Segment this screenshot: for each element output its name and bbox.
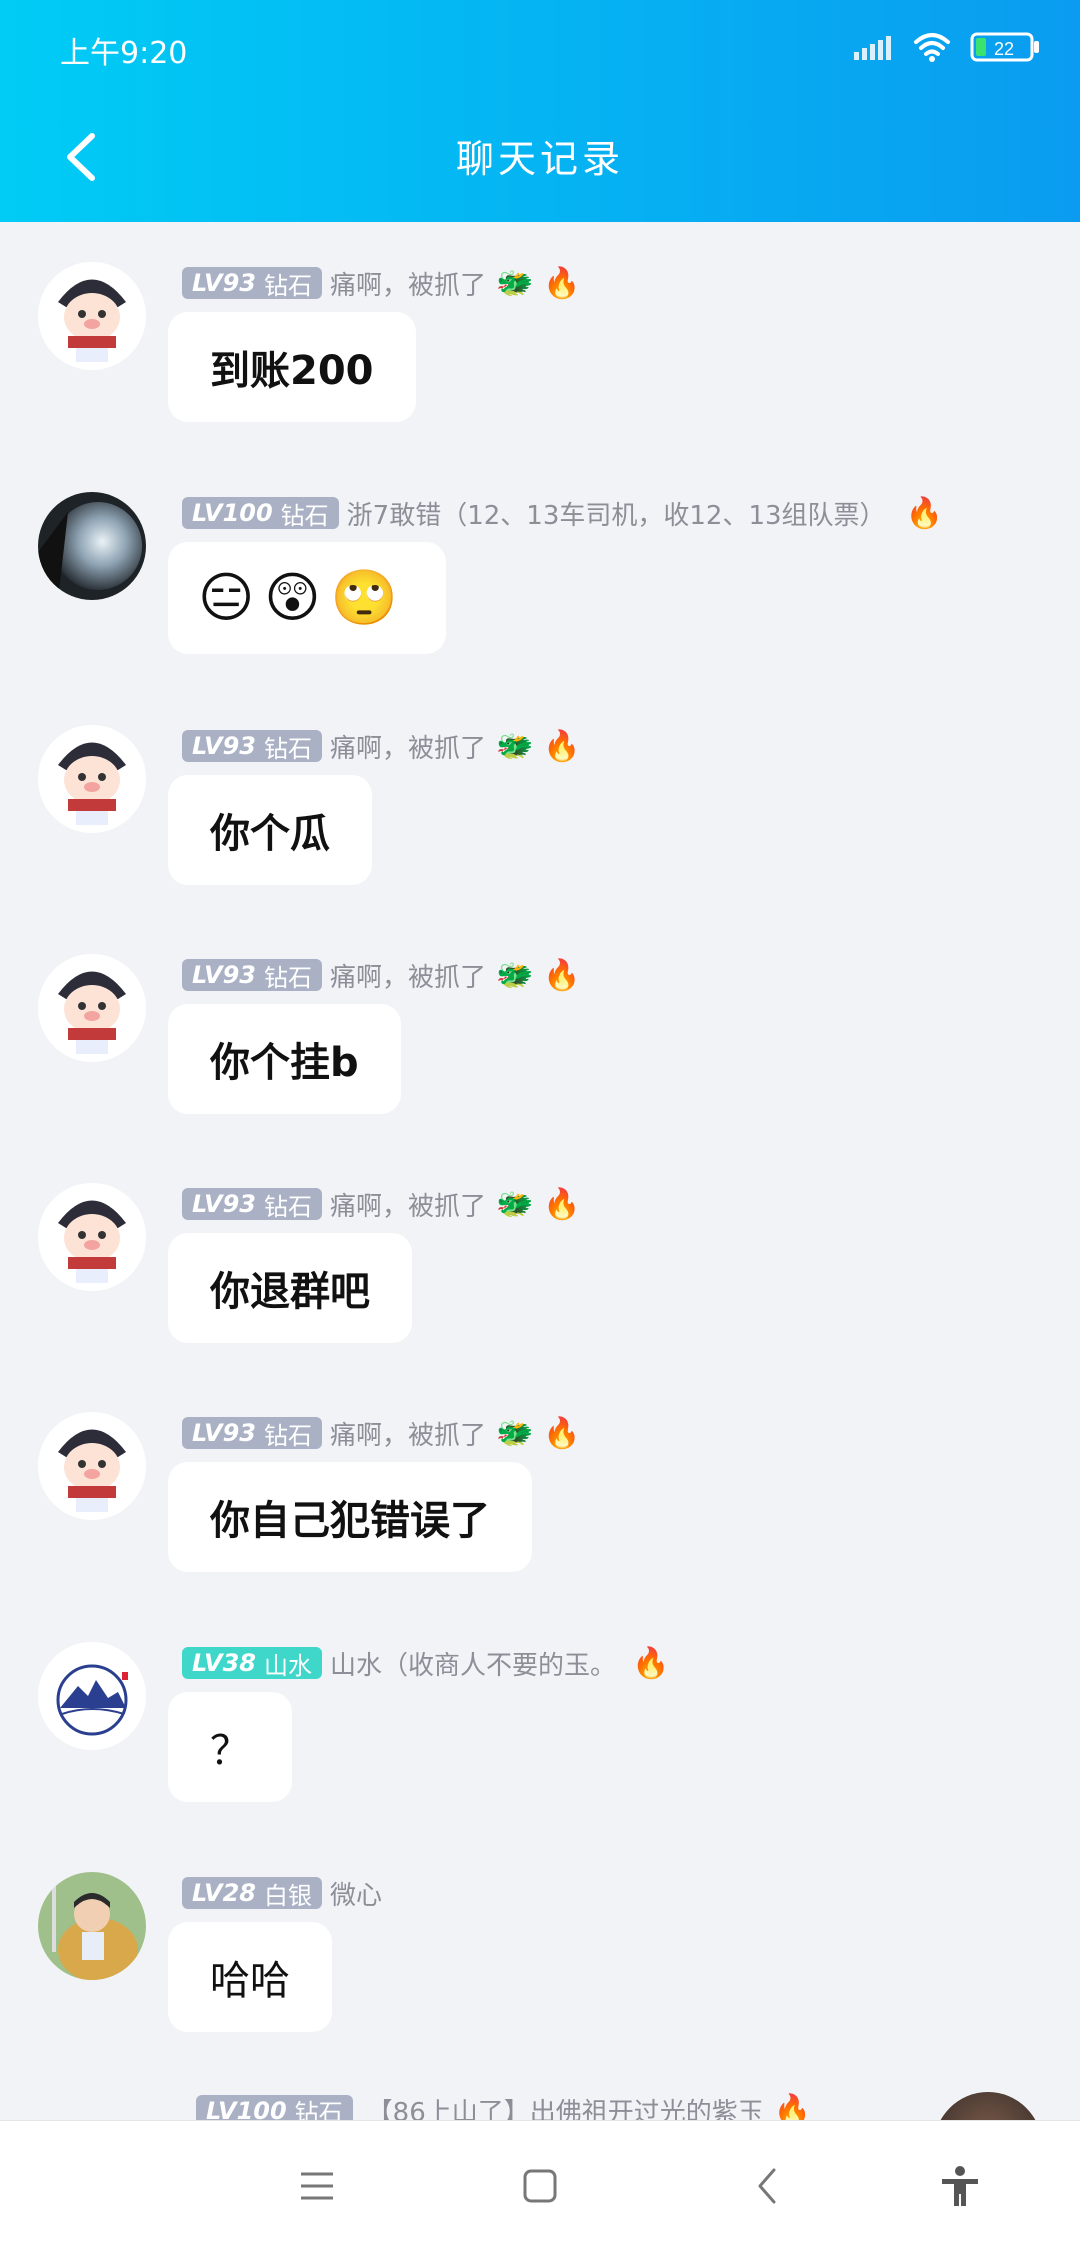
sender-nickname[interactable]: 痛啊，被抓了 xyxy=(330,1415,486,1452)
cartoon-pig-avatar xyxy=(38,1412,146,1520)
surprised-face-icon: 😲 xyxy=(264,566,321,629)
system-nav-bar xyxy=(0,2120,1080,2249)
dragon-icon: 🐲 xyxy=(495,1186,534,1222)
dragon-icon: 🐲 xyxy=(495,265,534,301)
avatar[interactable] xyxy=(38,262,146,370)
level-badge: LV100 钻石 xyxy=(182,497,339,530)
cartoon-pig-avatar xyxy=(38,954,146,1062)
message-meta: LV93 钻石 痛啊，被抓了 🐲 🔥 xyxy=(182,728,581,765)
avatar[interactable] xyxy=(38,1183,146,1291)
avatar[interactable] xyxy=(38,1412,146,1520)
baby-photo-avatar xyxy=(38,1872,146,1980)
level-badge: LV93 钻石 xyxy=(182,267,322,300)
sender-nickname[interactable]: 痛啊，被抓了 xyxy=(330,957,486,994)
message-meta: LV38 山水 山水（收商人不要的玉。 🔥 xyxy=(182,1645,670,1682)
avatar[interactable] xyxy=(38,1642,146,1750)
menu-icon[interactable] xyxy=(282,2151,352,2221)
status-time: 上午9:20 xyxy=(60,36,188,71)
glass-orb-avatar xyxy=(38,492,146,600)
avatar[interactable] xyxy=(38,1872,146,1980)
message-bubble[interactable]: 到账200 xyxy=(168,312,416,422)
message-bubble[interactable]: 😑 😲 🙄 xyxy=(168,542,446,654)
fire-icon: 🔥 xyxy=(543,1186,581,1222)
cartoon-pig-avatar xyxy=(38,725,146,833)
fire-icon: 🔥 xyxy=(543,1415,581,1451)
wifi-icon xyxy=(914,33,950,56)
expressionless-face-icon: 😑 xyxy=(198,566,255,629)
fire-icon: 🔥 xyxy=(773,2093,812,2120)
home-square-icon[interactable] xyxy=(505,2151,575,2221)
fire-icon: 🔥 xyxy=(543,265,581,301)
cartoon-pig-avatar xyxy=(38,1183,146,1291)
level-badge: LV100 钻石 xyxy=(196,2094,353,2120)
message-bubble[interactable]: ？ xyxy=(168,1692,292,1802)
battery-icon: 22 xyxy=(970,32,1039,62)
signal-icon xyxy=(854,36,891,60)
mountain-logo-avatar xyxy=(38,1642,146,1750)
dragon-icon: 🐲 xyxy=(495,957,534,993)
level-badge: LV38 山水 xyxy=(182,1647,322,1680)
back-chevron-icon[interactable] xyxy=(732,2151,802,2221)
battery-label: 22 xyxy=(994,39,1014,59)
sender-nickname[interactable]: 微心 xyxy=(330,1875,382,1912)
chat-history-list[interactable]: LV93 钻石 痛啊，被抓了 🐲 🔥 到账200 LV100 钻石 浙7敢错（1… xyxy=(0,222,1080,2120)
level-badge: LV93 钻石 xyxy=(182,1188,322,1221)
dragon-icon: 🐲 xyxy=(495,1415,534,1451)
message-meta: LV93 钻石 痛啊，被抓了 🐲 🔥 xyxy=(182,1186,581,1223)
message-meta: LV28 白银 微心 xyxy=(182,1875,382,1912)
level-badge: LV28 白银 xyxy=(182,1877,322,1910)
message-meta: LV93 钻石 痛啊，被抓了 🐲 🔥 xyxy=(182,957,581,994)
message-meta: LV100 钻石 浙7敢错（12、13车司机，收12、13组队票） 🔥 xyxy=(182,495,943,532)
sender-nickname[interactable]: 浙7敢错（12、13车司机，收12、13组队票） xyxy=(347,495,886,532)
message-meta: LV93 钻石 痛啊，被抓了 🐲 🔥 xyxy=(182,1415,581,1452)
avatar[interactable] xyxy=(934,2092,1042,2120)
fire-icon: 🔥 xyxy=(543,957,581,993)
message-meta: LV93 钻石 痛啊，被抓了 🐲 🔥 xyxy=(182,265,581,302)
emoji-row: 😑 😲 🙄 xyxy=(198,566,398,630)
level-badge: LV93 钻石 xyxy=(182,959,322,992)
level-badge: LV93 钻石 xyxy=(182,730,322,763)
message-bubble[interactable]: 你个瓜 xyxy=(168,775,372,885)
sender-nickname[interactable]: 痛啊，被抓了 xyxy=(330,265,486,302)
sender-nickname[interactable]: 痛啊，被抓了 xyxy=(330,728,486,765)
message-bubble[interactable]: 你个挂b xyxy=(168,1004,401,1114)
page-title: 聊天记录 xyxy=(455,137,624,181)
level-badge: LV93 钻石 xyxy=(182,1417,322,1450)
accessibility-icon[interactable] xyxy=(925,2151,995,2221)
status-icons: 22 xyxy=(854,26,1044,66)
message-bubble[interactable]: 哈哈 xyxy=(168,1922,332,2032)
fire-icon: 🔥 xyxy=(631,1645,670,1681)
avatar[interactable] xyxy=(38,492,146,600)
fire-icon: 🔥 xyxy=(905,495,943,531)
avatar[interactable] xyxy=(38,954,146,1062)
sender-nickname[interactable]: 痛啊，被抓了 xyxy=(330,1186,486,1223)
sender-nickname[interactable]: 山水（收商人不要的玉。 xyxy=(330,1645,616,1682)
app-header: 上午9:20 22 聊天记录 xyxy=(0,0,1080,222)
message-bubble[interactable]: 你退群吧 xyxy=(168,1233,412,1343)
eyeroll-face-icon: 🙄 xyxy=(330,566,398,629)
avatar[interactable] xyxy=(38,725,146,833)
dragon-icon: 🐲 xyxy=(495,728,534,764)
sender-nickname[interactable]: 【86上山了】出佛祖开过光的紫玉 xyxy=(367,2092,764,2120)
fire-icon: 🔥 xyxy=(543,728,581,764)
partial-message-meta: LV100 钻石 【86上山了】出佛祖开过光的紫玉 🔥 xyxy=(196,2092,811,2120)
cartoon-pig-avatar xyxy=(38,262,146,370)
message-bubble[interactable]: 你自己犯错误了 xyxy=(168,1462,532,1572)
